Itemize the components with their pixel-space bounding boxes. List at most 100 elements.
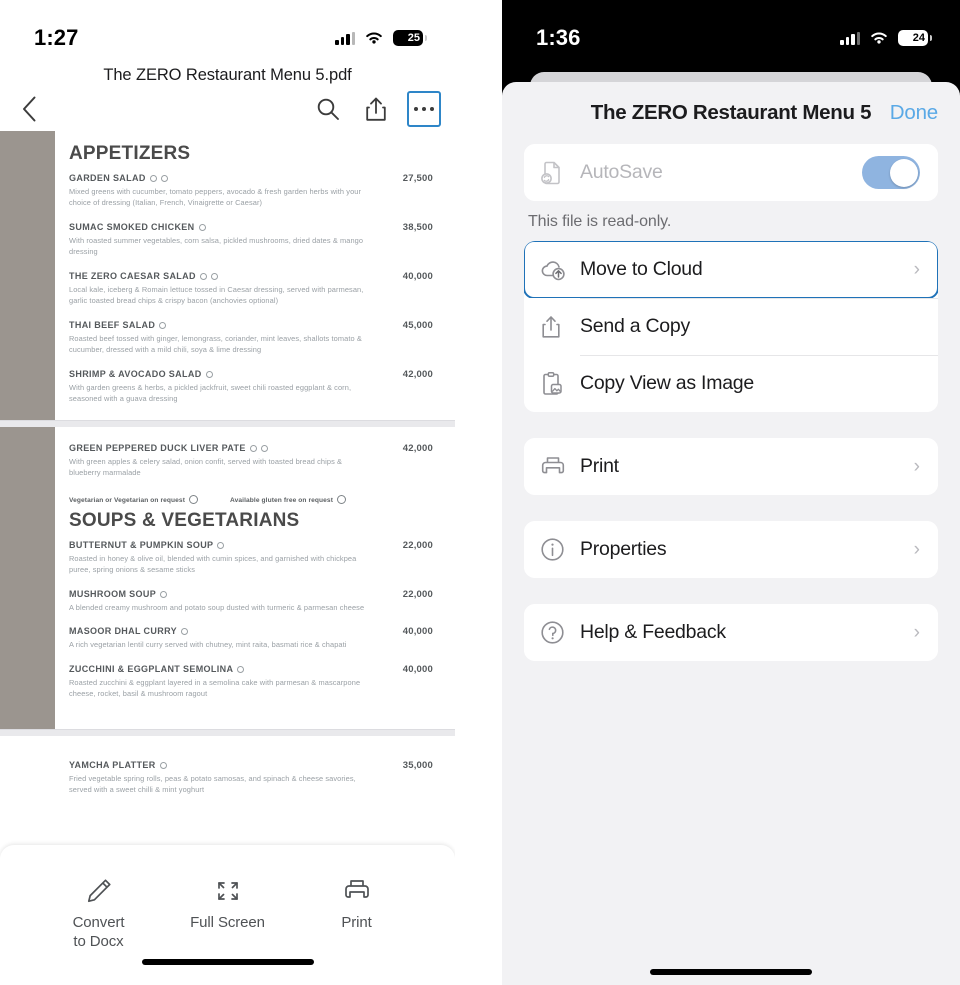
gluten-free-icon bbox=[337, 494, 346, 504]
printer-icon bbox=[540, 455, 580, 479]
autosave-toggle[interactable] bbox=[862, 156, 920, 189]
chevron-right-icon: › bbox=[913, 456, 920, 477]
menu-item-description: Mixed greens with cucumber, tomato peppe… bbox=[69, 187, 362, 208]
menu-item-price: 42,000 bbox=[402, 443, 433, 454]
page-content: APPETIZERS GARDEN SALAD 27,500 Mixed gre… bbox=[55, 131, 455, 426]
home-indicator[interactable] bbox=[502, 969, 960, 975]
toolbar-label: Convert to Docx bbox=[72, 914, 125, 950]
info-circle-icon bbox=[540, 537, 580, 562]
search-button[interactable] bbox=[311, 92, 345, 126]
copy-view-as-image-row[interactable]: Copy View as Image bbox=[524, 355, 938, 412]
chevron-left-icon bbox=[22, 96, 35, 122]
gluten-free-icon bbox=[159, 321, 167, 329]
search-icon bbox=[317, 98, 339, 120]
menu-item-price: 40,000 bbox=[402, 270, 433, 282]
cellular-bars-icon bbox=[840, 31, 860, 45]
gluten-free-icon bbox=[205, 370, 213, 378]
row-label: Print bbox=[580, 455, 619, 477]
menu-item-name: THE ZERO CAESAR SALAD bbox=[69, 271, 403, 281]
full-screen-button[interactable]: Full Screen bbox=[173, 875, 283, 933]
menu-item-name: SUMAC SMOKED CHICKEN bbox=[69, 222, 403, 232]
menu-item-description: Fried vegetable spring rolls, peas & pot… bbox=[69, 774, 356, 795]
send-a-copy-row[interactable]: Send a Copy bbox=[524, 298, 938, 355]
menu-item: BUTTERNUT & PUMPKIN SOUP 22,000 Roasted … bbox=[69, 540, 433, 576]
menu-item-name: BUTTERNUT & PUMPKIN SOUP bbox=[69, 540, 403, 550]
gluten-free-icon bbox=[198, 223, 206, 231]
page-title: The ZERO Restaurant Menu 5.pdf bbox=[103, 66, 352, 84]
menu-item-name: YAMCHA PLATTER bbox=[69, 760, 403, 770]
menu-item-price: 35,000 bbox=[402, 760, 433, 771]
status-time: 1:36 bbox=[536, 25, 581, 50]
help-feedback-group: Help & Feedback › bbox=[524, 604, 938, 661]
cloud-upload-icon bbox=[540, 259, 580, 281]
menu-item-description: A rich vegetarian lentil curry served wi… bbox=[69, 640, 347, 650]
full-screen-icon bbox=[213, 875, 243, 907]
menu-item-price: 45,000 bbox=[402, 319, 433, 331]
vegetarian-icon bbox=[180, 628, 188, 636]
menu-item-name: ZUCCHINI & EGGPLANT SEMOLINA bbox=[69, 664, 403, 674]
chevron-right-icon: › bbox=[913, 622, 920, 643]
battery-icon: 25 bbox=[393, 30, 427, 46]
sheet-header: The ZERO Restaurant Menu 5 Done bbox=[502, 82, 960, 144]
print-row[interactable]: Print › bbox=[524, 438, 938, 495]
chevron-right-icon: › bbox=[913, 539, 920, 560]
menu-item-description: With roasted summer vegetables, corn sal… bbox=[69, 235, 364, 257]
share-button[interactable] bbox=[359, 92, 393, 126]
menu-item-description: With green apples & celery salad, onion … bbox=[69, 457, 343, 478]
menu-item-description: With garden greens & herbs, a pickled ja… bbox=[69, 382, 352, 404]
done-button[interactable]: Done bbox=[890, 101, 938, 125]
sheet-title: The ZERO Restaurant Menu 5 bbox=[590, 101, 872, 124]
bottom-toolbar: Convert to Docx Full Screen Print bbox=[0, 845, 455, 985]
convert-to-docx-button[interactable]: Convert to Docx bbox=[44, 875, 154, 952]
move-to-cloud-row[interactable]: Move to Cloud › bbox=[524, 241, 938, 299]
wifi-icon bbox=[366, 32, 382, 44]
autosave-row[interactable]: AutoSave bbox=[524, 144, 938, 201]
menu-item: THE ZERO CAESAR SALAD 40,000 Local kale,… bbox=[69, 271, 433, 307]
menu-item-name: GARDEN SALAD bbox=[69, 173, 403, 183]
gluten-free-icon bbox=[160, 175, 168, 182]
menu-item-name: MUSHROOM SOUP bbox=[69, 589, 403, 599]
properties-group: Properties › bbox=[524, 521, 938, 578]
left-status-bar: 1:27 25 bbox=[0, 0, 455, 62]
battery-level: 25 bbox=[407, 31, 420, 44]
more-options-button[interactable] bbox=[407, 91, 441, 127]
home-indicator[interactable] bbox=[0, 959, 455, 985]
vegetarian-icon bbox=[199, 272, 207, 280]
back-button[interactable] bbox=[12, 92, 46, 126]
menu-item: GARDEN SALAD 27,500 Mixed greens with cu… bbox=[69, 173, 433, 209]
cellular-bars-icon bbox=[335, 31, 355, 45]
row-label: Properties bbox=[580, 538, 667, 560]
clipboard-image-icon bbox=[540, 371, 580, 397]
row-label: Move to Cloud bbox=[580, 258, 703, 280]
autosave-document-icon bbox=[540, 160, 580, 186]
question-circle-icon bbox=[540, 620, 580, 645]
menu-item-name: MASOOR DHAL CURRY bbox=[69, 626, 403, 636]
battery-level: 24 bbox=[912, 31, 925, 44]
page-content: YAMCHA PLATTER 35,000 Fried vegetable sp… bbox=[55, 736, 455, 817]
gluten-free-icon bbox=[210, 272, 218, 280]
print-button[interactable]: Print bbox=[302, 875, 412, 933]
menu-section-title: APPETIZERS bbox=[69, 143, 191, 164]
properties-row[interactable]: Properties › bbox=[524, 521, 938, 578]
navbar-actions bbox=[311, 91, 441, 127]
menu-item-description: Local kale, iceberg & Romain lettuce tos… bbox=[69, 284, 364, 306]
vegetarian-icon bbox=[237, 665, 245, 673]
menu-item: MASOOR DHAL CURRY 40,000 A rich vegetari… bbox=[69, 626, 433, 650]
row-label: Send a Copy bbox=[580, 315, 690, 337]
more-options-icon bbox=[413, 106, 435, 112]
print-group: Print › bbox=[524, 438, 938, 495]
menu-item-description: Roasted in honey & olive oil, blended wi… bbox=[69, 553, 357, 575]
menu-item: GREEN PEPPERED DUCK LIVER PATE 42,000 Wi… bbox=[69, 443, 433, 479]
vegetarian-icon bbox=[217, 541, 225, 549]
document-navbar bbox=[0, 85, 455, 133]
toolbar-label: Full Screen bbox=[190, 914, 265, 931]
pencil-icon bbox=[85, 875, 113, 907]
status-indicators: 24 bbox=[840, 30, 932, 46]
status-time: 1:27 bbox=[34, 25, 79, 50]
status-indicators: 25 bbox=[335, 30, 427, 46]
wifi-icon bbox=[871, 32, 887, 44]
menu-item: YAMCHA PLATTER 35,000 Fried vegetable sp… bbox=[69, 760, 433, 796]
help-feedback-row[interactable]: Help & Feedback › bbox=[524, 604, 938, 661]
menu-item-price: 22,000 bbox=[402, 588, 433, 600]
menu-item-price: 27,500 bbox=[402, 173, 433, 184]
